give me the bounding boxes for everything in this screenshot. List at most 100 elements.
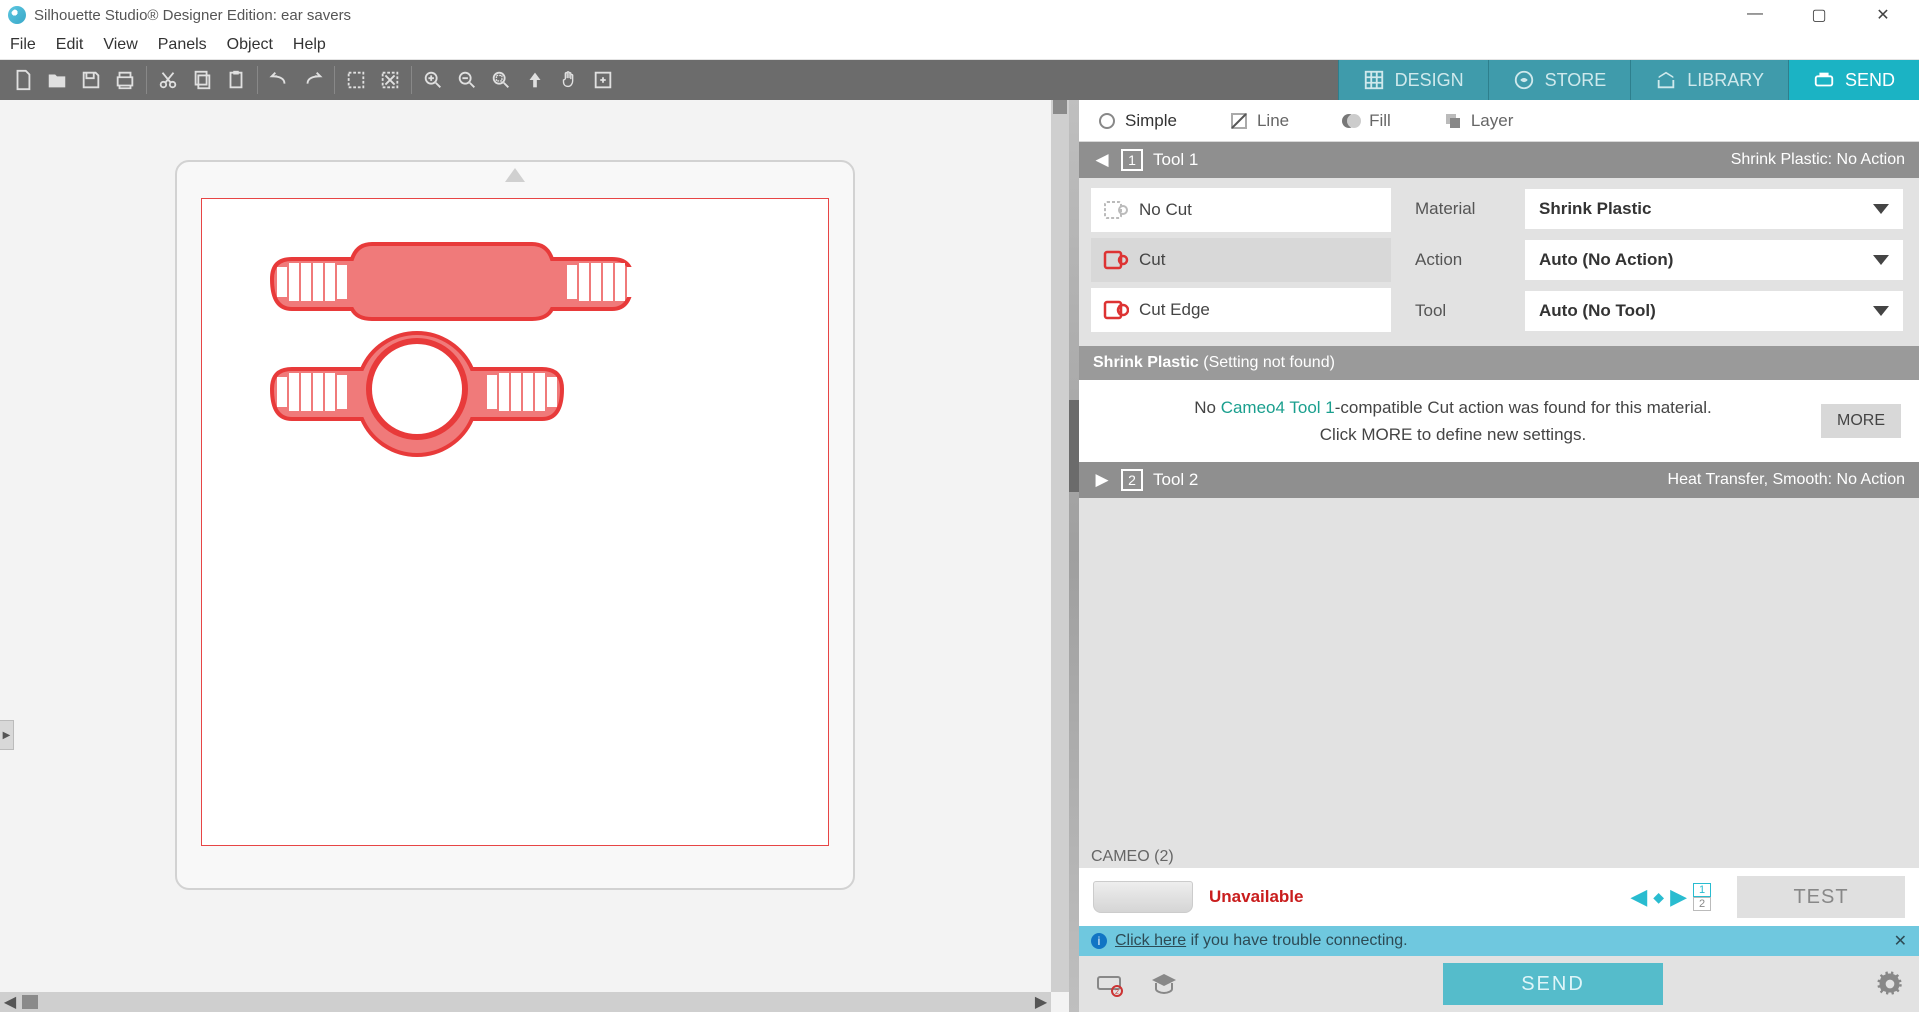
toolbar bbox=[0, 60, 626, 100]
close-button[interactable]: ✕ bbox=[1865, 5, 1901, 25]
select-all-icon[interactable] bbox=[339, 60, 373, 100]
zoom-out-icon[interactable] bbox=[450, 60, 484, 100]
workarea: ◀ ▶ ▶ Simple Line Fill Layer bbox=[0, 100, 1919, 1012]
menu-view[interactable]: View bbox=[103, 36, 137, 54]
more-button[interactable]: MORE bbox=[1821, 404, 1901, 438]
chevron-right-icon: ▶ bbox=[1093, 470, 1111, 490]
hscroll-left-icon[interactable]: ◀ bbox=[0, 992, 20, 1012]
subtab-simple-label: Simple bbox=[1125, 111, 1177, 131]
help-close-icon[interactable]: ✕ bbox=[1894, 931, 1907, 951]
vertical-scrollbar[interactable] bbox=[1051, 100, 1069, 992]
machine-status-box: Unavailable ◀ ◆ ▶ 1 2 TEST bbox=[1079, 868, 1919, 926]
option-no-cut[interactable]: No Cut bbox=[1091, 188, 1391, 232]
new-file-icon[interactable] bbox=[6, 60, 40, 100]
machine-icon[interactable]: 2 bbox=[1095, 969, 1125, 999]
toolbar-divider bbox=[411, 66, 412, 94]
main-tabs: DESIGN STORE LIBRARY SEND bbox=[1338, 60, 1919, 100]
svg-text:2: 2 bbox=[1115, 989, 1119, 996]
tab-design-label: DESIGN bbox=[1395, 70, 1464, 91]
subtab-simple[interactable]: Simple bbox=[1089, 107, 1185, 135]
machine-status: Unavailable bbox=[1209, 887, 1304, 907]
banner-rest: (Setting not found) bbox=[1199, 354, 1335, 371]
tab-store[interactable]: STORE bbox=[1488, 60, 1631, 100]
subtab-fill[interactable]: Fill bbox=[1333, 107, 1399, 135]
tool2-header[interactable]: ▶ 2 Tool 2 Heat Transfer, Smooth: No Act… bbox=[1079, 462, 1919, 498]
chevron-down-icon bbox=[1873, 255, 1889, 265]
tab-library-label: LIBRARY bbox=[1687, 70, 1764, 91]
copy-icon[interactable] bbox=[185, 60, 219, 100]
redo-icon[interactable] bbox=[296, 60, 330, 100]
vscroll-thumb[interactable] bbox=[1053, 100, 1067, 114]
tool2-label: Tool 2 bbox=[1153, 470, 1198, 490]
print-icon[interactable] bbox=[108, 60, 142, 100]
next-machine-icon[interactable]: ▶ bbox=[1670, 884, 1687, 910]
carriage-2: 2 bbox=[1693, 897, 1711, 911]
tab-library[interactable]: LIBRARY bbox=[1630, 60, 1788, 100]
option-cut[interactable]: Cut bbox=[1091, 238, 1391, 282]
subtab-layer[interactable]: Layer bbox=[1435, 107, 1522, 135]
circle-icon bbox=[1097, 111, 1117, 131]
machine-name: CAMEO (2) bbox=[1079, 844, 1919, 868]
save-icon[interactable] bbox=[74, 60, 108, 100]
minimize-button[interactable]: — bbox=[1737, 5, 1773, 25]
window-title: Silhouette Studio® Designer Edition: ear… bbox=[34, 7, 351, 24]
open-file-icon[interactable] bbox=[40, 60, 74, 100]
line-icon bbox=[1229, 111, 1249, 131]
tab-design[interactable]: DESIGN bbox=[1338, 60, 1488, 100]
material-dropdown[interactable]: Shrink Plastic bbox=[1525, 189, 1903, 229]
option-cut-edge[interactable]: Cut Edge bbox=[1091, 288, 1391, 332]
chevron-down-icon bbox=[1873, 306, 1889, 316]
tutorial-icon[interactable] bbox=[1149, 969, 1179, 999]
paste-icon[interactable] bbox=[219, 60, 253, 100]
zoom-selection-icon[interactable] bbox=[484, 60, 518, 100]
test-button[interactable]: TEST bbox=[1737, 876, 1905, 918]
help-link[interactable]: Click here bbox=[1115, 932, 1186, 949]
split-handle[interactable] bbox=[1069, 100, 1079, 1012]
help-text: if you have trouble connecting. bbox=[1186, 932, 1407, 949]
cutedge-icon bbox=[1103, 299, 1129, 321]
settings-gear-icon[interactable] bbox=[1877, 971, 1903, 997]
subtab-layer-label: Layer bbox=[1471, 111, 1514, 131]
menu-object[interactable]: Object bbox=[227, 36, 273, 54]
material-label: Material bbox=[1415, 199, 1525, 219]
expand-left-panel[interactable]: ▶ bbox=[0, 720, 14, 750]
mat-arrow-icon bbox=[505, 168, 525, 182]
chevron-down-icon bbox=[1873, 204, 1889, 214]
info-line2: Click MORE to define new settings. bbox=[1320, 425, 1586, 444]
zoom-in-icon[interactable] bbox=[416, 60, 450, 100]
setting-not-found-banner: Shrink Plastic (Setting not found) bbox=[1079, 346, 1919, 380]
send-button[interactable]: SEND bbox=[1443, 963, 1663, 1005]
store-icon bbox=[1513, 69, 1535, 91]
banner-material: Shrink Plastic bbox=[1093, 354, 1199, 371]
grid-icon bbox=[1363, 69, 1385, 91]
subtab-line[interactable]: Line bbox=[1221, 107, 1297, 135]
toolbar-divider bbox=[257, 66, 258, 94]
fit-page-icon[interactable] bbox=[586, 60, 620, 100]
chevron-left-icon: ◀ bbox=[1093, 150, 1111, 170]
action-dropdown[interactable]: Auto (No Action) bbox=[1525, 240, 1903, 280]
maximize-button[interactable]: ▢ bbox=[1801, 5, 1837, 25]
pan-icon[interactable] bbox=[552, 60, 586, 100]
undo-icon[interactable] bbox=[262, 60, 296, 100]
menu-help[interactable]: Help bbox=[293, 36, 326, 54]
hscroll-right-icon[interactable]: ▶ bbox=[1031, 992, 1051, 1012]
horizontal-scrollbar[interactable]: ◀ ▶ bbox=[0, 992, 1051, 1012]
tool1-header[interactable]: ◀ 1 Tool 1 Shrink Plastic: No Action bbox=[1079, 142, 1919, 178]
tab-send[interactable]: SEND bbox=[1788, 60, 1919, 100]
tool-dropdown[interactable]: Auto (No Tool) bbox=[1525, 291, 1903, 331]
zoom-fit-icon[interactable] bbox=[518, 60, 552, 100]
cut-icon bbox=[1103, 249, 1129, 271]
layer-icon bbox=[1443, 111, 1463, 131]
menu-file[interactable]: File bbox=[10, 36, 36, 54]
menu-edit[interactable]: Edit bbox=[56, 36, 84, 54]
deselect-icon[interactable] bbox=[373, 60, 407, 100]
canvas-area[interactable]: ◀ ▶ ▶ bbox=[0, 100, 1069, 1012]
tool2-number: 2 bbox=[1121, 469, 1143, 491]
prev-machine-icon[interactable]: ◀ bbox=[1630, 884, 1647, 910]
action-label: Action bbox=[1415, 250, 1525, 270]
info-icon: i bbox=[1091, 933, 1107, 949]
tool1-settings: Material Shrink Plastic Action Auto (No … bbox=[1415, 188, 1907, 332]
menu-panels[interactable]: Panels bbox=[158, 36, 207, 54]
cut-icon[interactable] bbox=[151, 60, 185, 100]
hscroll-thumb[interactable] bbox=[22, 995, 38, 1009]
